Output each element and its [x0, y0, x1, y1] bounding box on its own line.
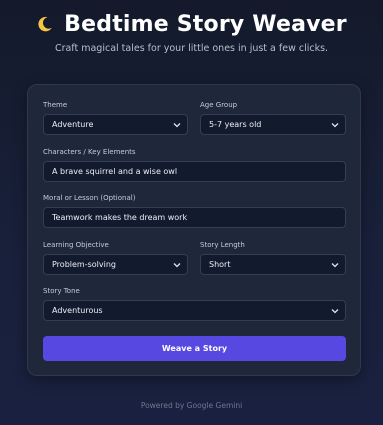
learning-objective-field: Learning Objective Problem-solving	[43, 240, 188, 275]
learning-objective-select[interactable]: Problem-solving	[43, 254, 188, 275]
theme-label: Theme	[43, 101, 68, 109]
learning-objective-value: Problem-solving	[52, 260, 116, 269]
chevron-down-icon	[173, 263, 181, 268]
story-length-field: Story Length Short	[200, 240, 346, 275]
moral-label: Moral or Lesson (Optional)	[43, 194, 136, 202]
story-tone-label: Story Tone	[43, 287, 80, 295]
chevron-down-icon	[173, 123, 181, 128]
characters-input[interactable]: A brave squirrel and a wise owl	[43, 161, 346, 182]
learning-objective-label: Learning Objective	[43, 241, 109, 249]
chevron-down-icon	[331, 263, 339, 268]
age-group-label: Age Group	[200, 101, 238, 109]
page-header: Bedtime Story Weaver Craft magical tales…	[0, 8, 383, 54]
moral-value: Teamwork makes the dream work	[52, 213, 188, 222]
theme-value: Adventure	[52, 120, 94, 129]
characters-label: Characters / Key Elements	[43, 148, 136, 156]
story-length-value: Short	[209, 260, 231, 269]
characters-field: Characters / Key Elements A brave squirr…	[43, 147, 346, 182]
story-tone-value: Adventurous	[52, 306, 103, 315]
chevron-down-icon	[331, 309, 339, 314]
characters-value: A brave squirrel and a wise owl	[52, 167, 178, 176]
chevron-down-icon	[331, 123, 339, 128]
story-tone-select[interactable]: Adventurous	[43, 300, 346, 321]
moral-input[interactable]: Teamwork makes the dream work	[43, 207, 346, 228]
story-form-card: Theme Adventure Age Group 5-7 years old …	[27, 84, 361, 376]
story-tone-field: Story Tone Adventurous	[43, 286, 346, 321]
weave-story-button[interactable]: Weave a Story	[43, 336, 346, 361]
title-row: Bedtime Story Weaver	[0, 8, 383, 40]
age-group-field: Age Group 5-7 years old	[200, 100, 346, 135]
age-group-select[interactable]: 5-7 years old	[200, 114, 346, 135]
theme-field: Theme Adventure	[43, 100, 188, 135]
story-length-label: Story Length	[200, 241, 245, 249]
story-length-select[interactable]: Short	[200, 254, 346, 275]
age-group-value: 5-7 years old	[209, 120, 262, 129]
footer-credit: Powered by Google Gemini	[140, 401, 243, 410]
page-subtitle: Craft magical tales for your little ones…	[54, 43, 329, 54]
moral-field: Moral or Lesson (Optional) Teamwork make…	[43, 193, 346, 228]
theme-select[interactable]: Adventure	[43, 114, 188, 135]
page-title: Bedtime Story Weaver	[64, 11, 347, 37]
crescent-moon-icon	[36, 15, 54, 33]
